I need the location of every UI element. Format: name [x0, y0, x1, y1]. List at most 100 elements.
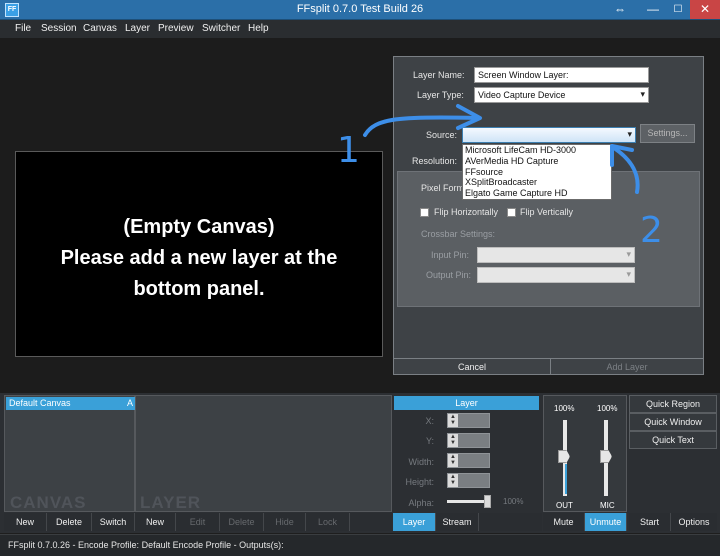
tab-layer[interactable]: Layer: [393, 513, 436, 531]
width-stepper[interactable]: ▲ ▼: [447, 453, 490, 468]
chevron-down-icon: ▾: [640, 89, 645, 99]
maximize-button[interactable]: ☐: [666, 0, 690, 19]
start-button[interactable]: Start: [629, 513, 671, 531]
empty-canvas-line-3: bottom panel.: [133, 278, 265, 300]
add-layer-button[interactable]: Add Layer: [551, 359, 703, 375]
canvas-watermark: CANVAS: [10, 493, 87, 512]
close-button[interactable]: ✕: [690, 0, 720, 19]
mic-volume-thumb[interactable]: [600, 450, 612, 463]
audio-mixer-panel: 100% OUT 100% MIC: [543, 395, 627, 512]
source-dropdown-list: Microsoft LifeCam HD-3000 AVerMedia HD C…: [462, 144, 612, 200]
x-stepper[interactable]: ▲ ▼: [447, 413, 490, 428]
empty-canvas-message: (Empty Canvas) Please add a new layer at…: [16, 212, 382, 305]
out-label: OUT: [556, 501, 573, 510]
bottom-panel: Default Canvas A CANVAS LAYER New Delete…: [0, 393, 720, 533]
output-pin-label: Output Pin:: [426, 270, 472, 280]
width-label: Width:: [408, 457, 434, 467]
mute-button[interactable]: Mute: [543, 513, 585, 531]
source-option[interactable]: Elgato Game Capture HD: [463, 188, 611, 199]
annotation-step-1: 1: [337, 130, 360, 171]
out-volume-thumb[interactable]: [558, 450, 570, 463]
hide-layer-button[interactable]: Hide: [264, 513, 306, 531]
flip-horizontally-checkbox[interactable]: [420, 208, 429, 217]
menu-layer[interactable]: Layer: [125, 23, 150, 34]
alpha-value: 100%: [503, 497, 524, 506]
chevron-down-icon: ▾: [626, 269, 631, 279]
layer-list-panel: LAYER: [135, 395, 392, 512]
output-pin-select[interactable]: ▾: [477, 267, 635, 283]
y-stepper[interactable]: ▲ ▼: [447, 433, 490, 448]
delete-layer-button[interactable]: Delete: [220, 513, 264, 531]
out-volume-value: 100%: [554, 404, 575, 413]
annotation-step-2: 2: [640, 210, 663, 251]
menu-preview[interactable]: Preview: [158, 23, 194, 34]
props-footer-spacer: [479, 513, 542, 531]
source-option[interactable]: Microsoft LifeCam HD-3000: [463, 145, 611, 156]
stepper-arrows-icon[interactable]: ▲ ▼: [448, 414, 458, 427]
quick-window-button[interactable]: Quick Window: [629, 413, 717, 431]
resolution-label: Resolution:: [412, 156, 458, 166]
resize-icon[interactable]: ⇔: [612, 0, 628, 19]
stepper-arrows-icon[interactable]: ▲ ▼: [448, 454, 458, 467]
source-label: Source:: [426, 130, 458, 140]
canvas-list-item[interactable]: Default Canvas A: [6, 397, 136, 410]
menu-switcher[interactable]: Switcher: [202, 23, 240, 34]
status-bar: FFsplit 0.7.0.26 - Encode Profile: Defau…: [0, 534, 720, 556]
edit-layer-button[interactable]: Edit: [176, 513, 220, 531]
menu-session[interactable]: Session: [41, 23, 77, 34]
new-canvas-button[interactable]: New: [4, 513, 47, 531]
out-level-meter: [565, 464, 567, 494]
mic-label: MIC: [600, 501, 615, 510]
menu-help[interactable]: Help: [248, 23, 269, 34]
switch-canvas-button[interactable]: Switch: [92, 513, 135, 531]
layer-name-label: Layer Name:: [413, 70, 465, 80]
alpha-slider-thumb[interactable]: [484, 495, 491, 508]
canvas-preview[interactable]: (Empty Canvas) Please add a new layer at…: [15, 151, 383, 357]
menu-file[interactable]: File: [15, 23, 31, 34]
source-option[interactable]: AVerMedia HD Capture: [463, 156, 611, 167]
title-bar: FF FFsplit 0.7.0 Test Build 26 ⇔ — ☐ ✕: [0, 0, 720, 20]
layer-properties-header: Layer: [394, 396, 539, 410]
options-button[interactable]: Options: [671, 513, 717, 531]
flip-vertically-checkbox[interactable]: [507, 208, 516, 217]
layer-type-select[interactable]: Video Capture Device ▾: [474, 87, 649, 103]
layer-watermark: LAYER: [140, 493, 202, 512]
mic-volume-value: 100%: [597, 404, 618, 413]
y-label: Y:: [425, 436, 434, 446]
alpha-label: Alpha:: [408, 498, 434, 508]
source-option[interactable]: XSplitBroadcaster: [463, 177, 611, 188]
alpha-slider-track[interactable]: [447, 500, 489, 503]
flip-vertically-label: Flip Vertically: [520, 207, 574, 217]
stepper-arrows-icon[interactable]: ▲ ▼: [448, 474, 458, 487]
input-pin-select[interactable]: ▾: [477, 247, 635, 263]
dialog-button-row: Cancel Add Layer: [394, 358, 703, 375]
quick-text-button[interactable]: Quick Text: [629, 431, 717, 449]
menu-canvas[interactable]: Canvas: [83, 23, 117, 34]
empty-canvas-line-1: (Empty Canvas): [123, 216, 275, 238]
layer-type-label: Layer Type:: [417, 90, 464, 100]
menu-bar: File Session Canvas Layer Preview Switch…: [0, 20, 720, 38]
empty-canvas-line-2: Please add a new layer at the: [60, 247, 338, 269]
lock-layer-button[interactable]: Lock: [306, 513, 350, 531]
cancel-button[interactable]: Cancel: [394, 359, 551, 375]
canvas-item-badge: A: [126, 398, 133, 408]
source-select[interactable]: ▾: [462, 127, 636, 143]
canvas-item-label: Default Canvas: [9, 398, 71, 408]
quick-region-button[interactable]: Quick Region: [629, 395, 717, 413]
chevron-down-icon: ▾: [626, 249, 631, 259]
settings-button[interactable]: Settings...: [640, 124, 695, 143]
tab-stream[interactable]: Stream: [436, 513, 479, 531]
stepper-arrows-icon[interactable]: ▲ ▼: [448, 434, 458, 447]
height-stepper[interactable]: ▲ ▼: [447, 473, 490, 488]
layer-type-value: Video Capture Device: [478, 90, 566, 100]
crossbar-settings-label: Crossbar Settings:: [421, 229, 496, 239]
height-label: Height:: [405, 477, 434, 487]
delete-canvas-button[interactable]: Delete: [47, 513, 92, 531]
chevron-down-icon: ▾: [627, 129, 632, 139]
source-option[interactable]: FFsource: [463, 167, 611, 178]
layer-name-input[interactable]: Screen Window Layer:: [474, 67, 649, 83]
input-pin-label: Input Pin:: [431, 250, 470, 260]
minimize-button[interactable]: —: [640, 0, 666, 19]
new-layer-button[interactable]: New: [135, 513, 176, 531]
unmute-button[interactable]: Unmute: [585, 513, 627, 531]
